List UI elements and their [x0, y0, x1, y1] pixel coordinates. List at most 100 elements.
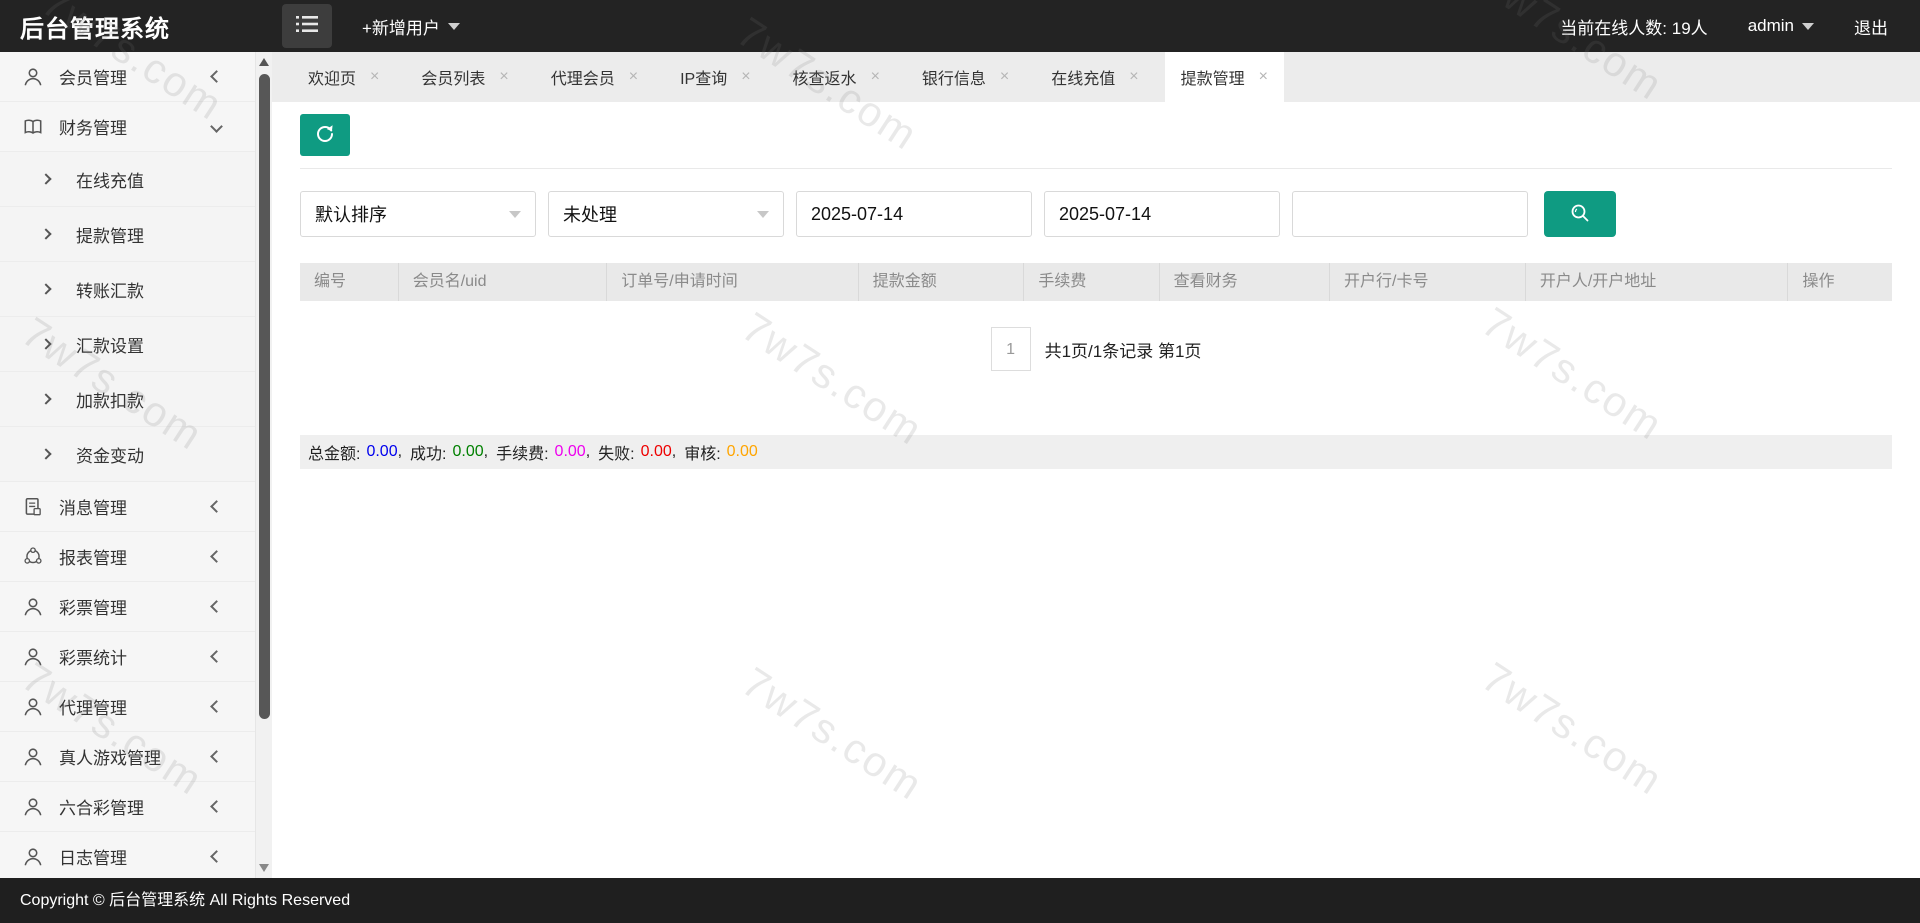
sidebar-subitem-fund-changes[interactable]: 资金变动	[0, 427, 255, 482]
summary-success-label: 成功:	[410, 440, 446, 464]
close-icon[interactable]: ×	[499, 68, 508, 86]
user-icon	[22, 846, 44, 868]
sidebar-toggle-button[interactable]	[282, 4, 332, 48]
summary-success-value: 0.00	[453, 443, 484, 461]
sort-select[interactable]: 默认排序	[300, 191, 536, 237]
online-count: 当前在线人数: 19人	[1560, 14, 1707, 39]
user-icon	[22, 696, 44, 718]
scrollbar-thumb[interactable]	[259, 74, 270, 719]
sidebar-subitem-add-deduct[interactable]: 加款扣款	[0, 372, 255, 427]
date-from-input[interactable]	[796, 191, 1032, 237]
column-header-member-uid: 会员名/uid	[399, 263, 608, 301]
column-header-order-time: 订单号/申请时间	[607, 263, 859, 301]
book-icon	[22, 116, 44, 138]
chevron-left-icon	[210, 550, 223, 563]
scroll-down-arrow-icon[interactable]	[259, 864, 269, 872]
tab-bar: 欢迎页 × 会员列表 × 代理会员 × IP查询 × 核查返水 × 银行信息 ×…	[272, 52, 1920, 102]
summary-failed-value: 0.00	[641, 443, 672, 461]
column-header-fee: 手续费	[1024, 263, 1159, 301]
sidebar-item-mark-six-mgmt[interactable]: 六合彩管理	[0, 782, 255, 832]
chevron-left-icon	[210, 700, 223, 713]
sidebar-subitem-withdrawal-mgmt[interactable]: 提款管理	[0, 207, 255, 262]
tab-bank-info[interactable]: 银行信息 ×	[906, 52, 1025, 102]
chevron-left-icon	[210, 750, 223, 763]
summary-bar: 总金额: 0.00 , 成功: 0.00 , 手续费: 0.00 , 失败: 0…	[300, 435, 1892, 469]
chevron-left-icon	[210, 500, 223, 513]
scroll-up-arrow-icon[interactable]	[259, 58, 269, 66]
table-header: 编号 会员名/uid 订单号/申请时间 提款金额 手续费 查看财务 开户行/卡号…	[300, 263, 1892, 301]
tab-ip-query[interactable]: IP查询 ×	[664, 52, 766, 102]
tab-rebate-check[interactable]: 核查返水 ×	[777, 52, 896, 102]
chevron-right-icon	[40, 173, 51, 184]
search-button[interactable]	[1544, 191, 1616, 237]
close-icon[interactable]: ×	[370, 68, 379, 86]
filter-row: 默认排序 未处理	[300, 191, 1892, 237]
user-icon	[22, 66, 44, 88]
admin-dropdown[interactable]: admin	[1748, 16, 1814, 36]
tab-withdrawal-mgmt[interactable]: 提款管理 ×	[1165, 52, 1284, 102]
summary-fee-value: 0.00	[555, 443, 586, 461]
tab-member-list[interactable]: 会员列表 ×	[405, 52, 524, 102]
status-select[interactable]: 未处理	[548, 191, 784, 237]
summary-total-label: 总金额:	[308, 440, 360, 464]
summary-fee-label: 手续费:	[496, 440, 548, 464]
footer: Copyright © 后台管理系统 All Rights Reserved	[0, 878, 1920, 923]
chevron-right-icon	[40, 393, 51, 404]
column-header-view-finance: 查看财务	[1160, 263, 1330, 301]
page-number-button[interactable]: 1	[991, 327, 1031, 371]
chevron-left-icon	[210, 650, 223, 663]
chevron-right-icon	[40, 448, 51, 459]
tab-online-recharge[interactable]: 在线充值 ×	[1035, 52, 1154, 102]
close-icon[interactable]: ×	[629, 68, 638, 86]
logout-button[interactable]: 退出	[1854, 14, 1888, 39]
close-icon[interactable]: ×	[741, 68, 750, 86]
close-icon[interactable]: ×	[1129, 68, 1138, 86]
refresh-icon	[313, 122, 337, 149]
content-panel: 默认排序 未处理 编号 会员名/uid 订单号/申请时间 提款金额 手续费	[272, 102, 1920, 469]
sidebar-item-report-mgmt[interactable]: 报表管理	[0, 532, 255, 582]
sidebar-subitem-online-recharge[interactable]: 在线充值	[0, 152, 255, 207]
main-area: 欢迎页 × 会员列表 × 代理会员 × IP查询 × 核查返水 × 银行信息 ×…	[272, 52, 1920, 878]
column-header-id: 编号	[300, 263, 399, 301]
chevron-right-icon	[40, 228, 51, 239]
copyright-text: Copyright © 后台管理系统 All Rights Reserved	[20, 892, 350, 909]
user-icon	[22, 646, 44, 668]
sidebar-item-member-mgmt[interactable]: 会员管理	[0, 52, 255, 102]
summary-failed-label: 失败:	[598, 440, 634, 464]
sidebar-item-finance-mgmt[interactable]: 财务管理	[0, 102, 255, 152]
sidebar-item-lottery-stats[interactable]: 彩票统计	[0, 632, 255, 682]
report-network-icon	[22, 546, 44, 568]
tab-welcome[interactable]: 欢迎页 ×	[292, 52, 395, 102]
date-to-input[interactable]	[1044, 191, 1280, 237]
sidebar-item-lottery-mgmt[interactable]: 彩票管理	[0, 582, 255, 632]
sidebar-subitem-transfer-remit[interactable]: 转账汇款	[0, 262, 255, 317]
sidebar-item-live-game-mgmt[interactable]: 真人游戏管理	[0, 732, 255, 782]
sidebar-scrollbar[interactable]	[255, 52, 272, 878]
summary-total-value: 0.00	[366, 443, 397, 461]
close-icon[interactable]: ×	[871, 68, 880, 86]
app-title: 后台管理系统	[20, 9, 170, 44]
sidebar-item-agent-mgmt[interactable]: 代理管理	[0, 682, 255, 732]
chevron-right-icon	[40, 283, 51, 294]
keyword-input[interactable]	[1292, 191, 1528, 237]
summary-audit-value: 0.00	[727, 443, 758, 461]
chevron-right-icon	[40, 338, 51, 349]
refresh-button[interactable]	[300, 114, 350, 156]
sidebar-item-message-mgmt[interactable]: 消息管理	[0, 482, 255, 532]
sidebar-item-log-mgmt[interactable]: 日志管理	[0, 832, 255, 878]
column-header-holder-address: 开户人/开户地址	[1526, 263, 1789, 301]
close-icon[interactable]: ×	[1259, 68, 1268, 86]
tab-agent-member[interactable]: 代理会员 ×	[535, 52, 654, 102]
column-header-bank-card: 开户行/卡号	[1330, 263, 1526, 301]
add-user-label: +新增用户	[362, 14, 440, 39]
user-icon	[22, 746, 44, 768]
search-icon	[1568, 201, 1592, 228]
close-icon[interactable]: ×	[1000, 68, 1009, 86]
top-header: 后台管理系统 +新增用户 当前在线人数: 19人 admin 退出	[0, 0, 1920, 52]
pagination: 1 共1页/1条记录 第1页	[300, 327, 1892, 371]
sidebar-subitem-remit-settings[interactable]: 汇款设置	[0, 317, 255, 372]
chevron-left-icon	[210, 70, 223, 83]
add-user-dropdown[interactable]: +新增用户	[362, 14, 460, 39]
divider	[300, 168, 1892, 169]
summary-audit-label: 审核:	[684, 440, 720, 464]
